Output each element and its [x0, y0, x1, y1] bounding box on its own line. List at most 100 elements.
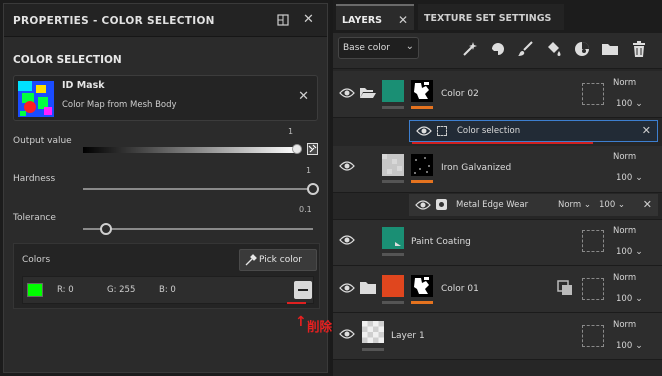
- opacity-select[interactable]: 100 ⌄: [616, 173, 643, 183]
- remove-color-button[interactable]: [294, 281, 312, 299]
- effect-name: Color selection: [457, 126, 521, 136]
- chevron-down-icon: ⌄: [635, 247, 643, 257]
- opacity-mask-slot[interactable]: [582, 325, 604, 347]
- blend-mode-select[interactable]: Norm: [613, 273, 636, 283]
- instance-icon[interactable]: [557, 280, 573, 296]
- effect-color-selection[interactable]: Color selection ✕: [409, 120, 658, 142]
- close-tab-icon[interactable]: ✕: [398, 13, 408, 27]
- layers-toolbar: Base color ⌄: [333, 33, 662, 69]
- remove-effect-icon[interactable]: ✕: [643, 198, 652, 211]
- chevron-down-icon: ⌄: [405, 41, 414, 52]
- layer-iron-galvanized[interactable]: Iron Galvanized Norm 100 ⌄: [333, 146, 662, 193]
- folder-icon[interactable]: [601, 40, 619, 58]
- layer-name[interactable]: Color 02: [441, 89, 479, 99]
- layer-thumbnail: [382, 275, 404, 297]
- tab-layers[interactable]: LAYERS ✕: [336, 4, 414, 30]
- opacity-mask-slot[interactable]: [582, 230, 604, 252]
- eye-icon[interactable]: [339, 160, 355, 172]
- layer-mask-thumbnail: [411, 154, 433, 176]
- hardness-slider[interactable]: [83, 188, 313, 190]
- blend-mode-select[interactable]: Norm: [613, 320, 636, 330]
- layer-name[interactable]: Color 01: [441, 284, 479, 294]
- layer-layer-1[interactable]: Layer 1 Norm 100 ⌄: [333, 313, 662, 360]
- blend-mode-select[interactable]: Norm: [613, 78, 636, 88]
- eye-icon[interactable]: [339, 87, 355, 99]
- selection-icon: [437, 126, 447, 136]
- layer-name[interactable]: Iron Galvanized: [441, 163, 511, 173]
- layer-paint-coating[interactable]: Paint Coating Norm 100 ⌄: [333, 220, 662, 266]
- channel-bar: [382, 301, 404, 304]
- layer-color-01[interactable]: Color 01 Norm 100 ⌄: [333, 266, 662, 313]
- tolerance-slider[interactable]: [83, 228, 313, 230]
- trash-icon[interactable]: [630, 40, 648, 58]
- eye-icon[interactable]: [339, 328, 355, 340]
- magic-wand-icon[interactable]: [461, 40, 479, 58]
- folder-open-icon[interactable]: [360, 87, 376, 99]
- layer-name[interactable]: Layer 1: [391, 331, 425, 341]
- blend-mode-select[interactable]: Norm: [613, 152, 636, 162]
- opacity-mask-slot[interactable]: [582, 278, 604, 300]
- dock-icon[interactable]: [276, 13, 290, 27]
- opacity-select[interactable]: 100 ⌄: [616, 99, 643, 109]
- tab-layers-label: LAYERS: [342, 15, 383, 26]
- effect-row-container: Metal Edge Wear Norm ⌄ 100 ⌄ ✕: [333, 193, 662, 220]
- blend-mode-value: Norm: [613, 273, 637, 283]
- output-value-gradient[interactable]: [83, 147, 298, 153]
- eye-icon[interactable]: [339, 282, 355, 294]
- opacity-value: 100: [616, 99, 633, 109]
- hardness-slider-knob[interactable]: [307, 183, 319, 195]
- id-mask-description: Color Map from Mesh Body: [62, 100, 177, 110]
- opacity-select[interactable]: 100 ⌄: [616, 294, 643, 304]
- panel-header: PROPERTIES - COLOR SELECTION ✕: [4, 4, 327, 37]
- layer-name[interactable]: Paint Coating: [411, 237, 471, 247]
- layer-mask-thumbnail: [411, 275, 433, 297]
- tab-texture-set-settings[interactable]: TEXTURE SET SETTINGS: [418, 4, 564, 30]
- blend-mode-value: Norm: [558, 200, 582, 210]
- id-mask-selector[interactable]: ID Mask Color Map from Mesh Body ✕: [13, 75, 318, 121]
- pick-color-label: Pick color: [259, 255, 302, 265]
- color-entry[interactable]: R: 0 G: 255 B: 0: [22, 276, 314, 304]
- mask-channel-bar: [411, 301, 433, 304]
- layer-color-02[interactable]: Color 02 Norm 100 ⌄: [333, 71, 662, 118]
- channel-bar: [362, 348, 384, 351]
- section-title: COLOR SELECTION: [13, 54, 122, 66]
- eyedropper-icon[interactable]: [307, 143, 318, 155]
- chevron-down-icon: ⌄: [635, 341, 643, 351]
- smart-material-icon[interactable]: [545, 40, 563, 58]
- tolerance-label: Tolerance: [13, 213, 56, 223]
- clear-mask-icon[interactable]: ✕: [298, 89, 309, 104]
- folder-icon[interactable]: [360, 282, 376, 294]
- blend-mode-value: Norm: [613, 226, 637, 236]
- opacity-mask-slot[interactable]: [582, 83, 604, 105]
- blend-mode-value: Norm: [613, 152, 637, 162]
- effect-metal-edge-wear[interactable]: Metal Edge Wear Norm ⌄ 100 ⌄ ✕: [409, 194, 658, 216]
- remove-effect-icon[interactable]: ✕: [642, 124, 651, 137]
- pick-color-button[interactable]: Pick color: [239, 249, 317, 271]
- effect-opacity-select[interactable]: 100 ⌄: [599, 200, 625, 210]
- opacity-select[interactable]: 100 ⌄: [616, 247, 643, 257]
- close-panel-icon[interactable]: ✕: [303, 13, 317, 27]
- opacity-select[interactable]: 100 ⌄: [616, 341, 643, 351]
- brush-icon[interactable]: [517, 40, 535, 58]
- output-value-handle[interactable]: [292, 144, 302, 154]
- eye-icon[interactable]: [416, 125, 432, 137]
- layer-thumbnail: [362, 321, 384, 343]
- blend-mode-select[interactable]: Norm: [613, 226, 636, 236]
- blue-value: B: 0: [159, 285, 176, 295]
- eye-icon[interactable]: [339, 234, 355, 246]
- effect-blend-select[interactable]: Norm ⌄: [558, 200, 591, 210]
- annotation-underline: [287, 302, 306, 304]
- hardness-label: Hardness: [13, 174, 56, 184]
- channel-bar: [382, 253, 404, 256]
- annotation-underline: [412, 142, 593, 144]
- color-swatch[interactable]: [27, 283, 43, 297]
- eye-icon[interactable]: [415, 199, 431, 211]
- eyedropper-icon: [244, 253, 258, 267]
- smart-mask-icon[interactable]: [573, 40, 591, 58]
- fill-icon[interactable]: [489, 40, 507, 58]
- minus-icon: [298, 289, 308, 291]
- chevron-down-icon: ⌄: [635, 99, 643, 109]
- tolerance-slider-knob[interactable]: [100, 223, 112, 235]
- channel-select[interactable]: Base color ⌄: [338, 37, 419, 59]
- opacity-value: 100: [616, 341, 633, 351]
